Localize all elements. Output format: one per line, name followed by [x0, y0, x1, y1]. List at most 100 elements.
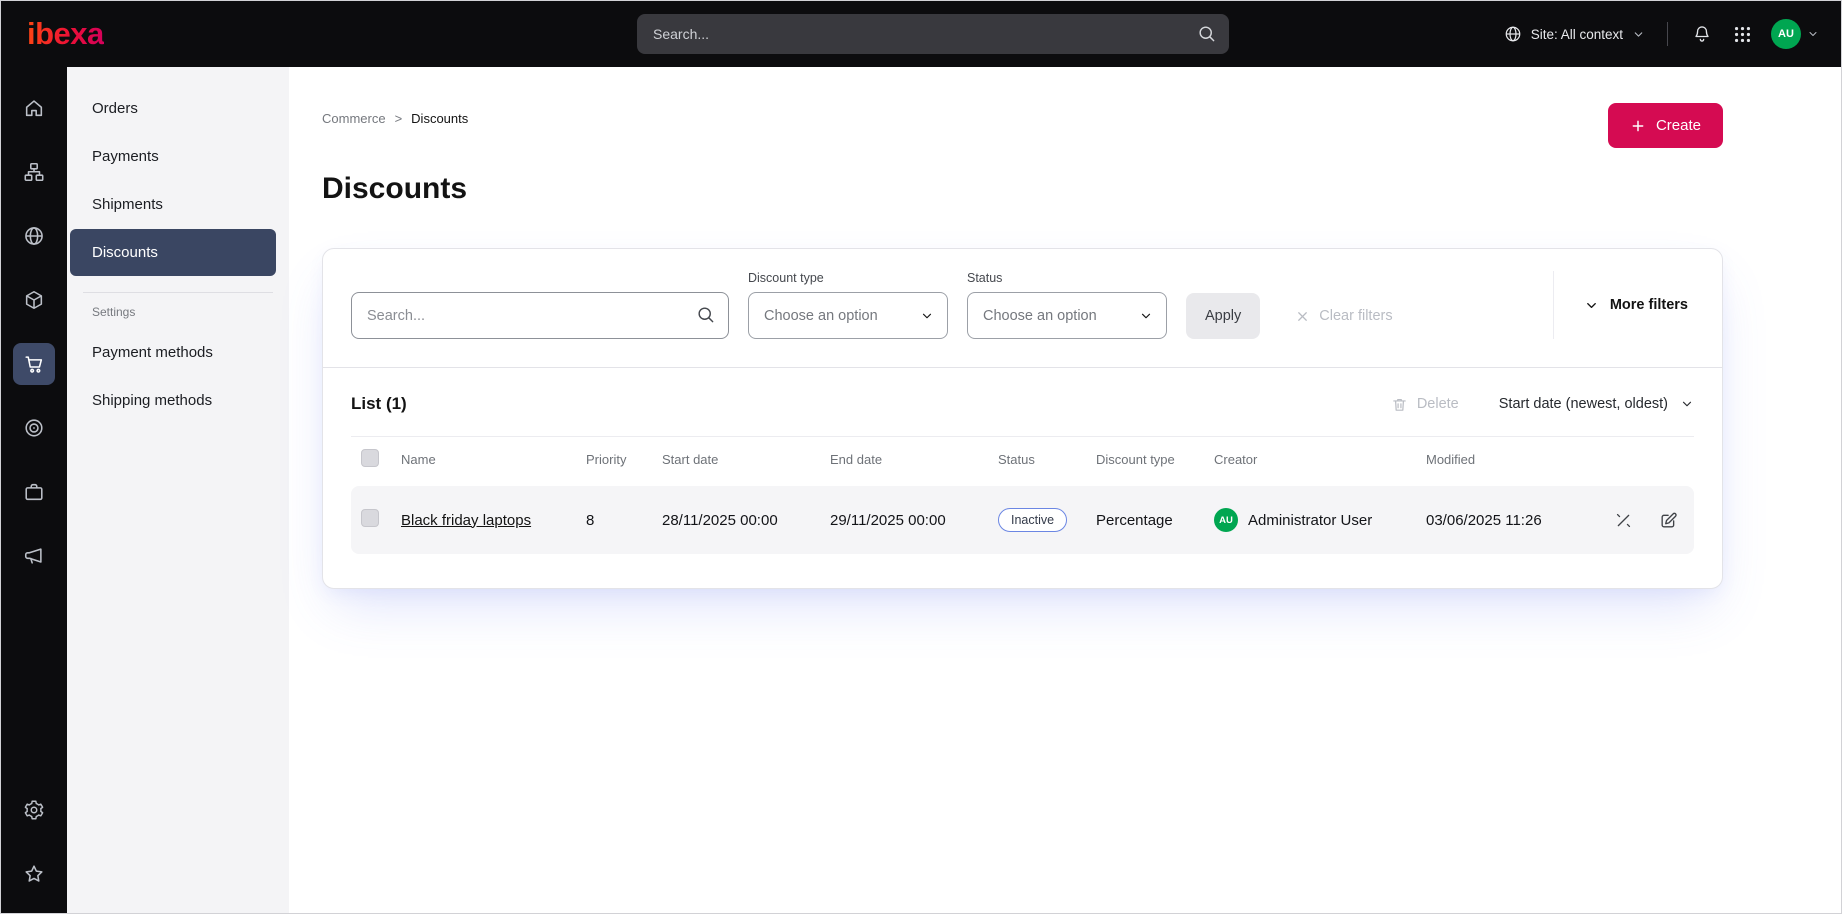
cell-start-date: 28/11/2025 00:00 [662, 511, 778, 529]
list-section: List (1) Delete Start date (newest, olde… [323, 367, 1722, 588]
chevron-down-icon [1584, 298, 1599, 313]
chevron-down-icon [1680, 397, 1694, 411]
breadcrumb: Commerce > Discounts [322, 103, 468, 126]
column-header-modified: Modified [1426, 452, 1476, 467]
sidebar-item-shipping-methods[interactable]: Shipping methods [70, 377, 276, 424]
more-filters-button[interactable]: More filters [1552, 271, 1722, 339]
rail-item-commerce[interactable] [13, 343, 55, 385]
rail-item-product-catalog[interactable] [13, 279, 55, 321]
grid-icon [1733, 25, 1752, 44]
sitemap-icon [23, 161, 45, 183]
list-title: List (1) [351, 394, 407, 413]
edit-button[interactable] [1659, 511, 1678, 530]
sidebar-item-shipments[interactable]: Shipments [70, 181, 276, 228]
delete-button[interactable]: Delete [1385, 395, 1465, 414]
gear-icon [23, 799, 45, 821]
x-icon [1295, 309, 1310, 324]
cell-priority: 8 [586, 511, 595, 529]
cart-icon [23, 353, 45, 375]
rail-item-bookmarks[interactable] [13, 853, 55, 895]
user-menu[interactable]: AU [1771, 19, 1819, 49]
status-select[interactable]: Choose an option [967, 292, 1167, 339]
row-checkbox[interactable] [361, 509, 379, 527]
cell-modified: 03/06/2025 11:26 [1426, 511, 1542, 529]
creator-name: Administrator User [1248, 511, 1373, 529]
global-search-input[interactable] [637, 14, 1229, 54]
site-context-label: Site: All context [1530, 26, 1623, 42]
site-context-selector[interactable]: Site: All context [1504, 25, 1645, 43]
create-button-label: Create [1655, 117, 1701, 134]
status-value: Choose an option [983, 307, 1097, 324]
rail-item-site[interactable] [13, 215, 55, 257]
discount-type-filter: Discount type Choose an option [748, 271, 948, 339]
search-icon [696, 305, 715, 324]
app-window: ibexa Site: All context [0, 0, 1842, 914]
creator-avatar: AU [1214, 508, 1238, 532]
column-header-discount-type: Discount type [1096, 452, 1175, 467]
global-search [637, 14, 1229, 54]
sort-select[interactable]: Start date (newest, oldest) [1499, 396, 1694, 412]
rail-item-settings[interactable] [13, 789, 55, 831]
column-header-end-date: End date [830, 452, 883, 467]
rail-item-home[interactable] [13, 87, 55, 129]
cell-discount-type: Percentage [1096, 511, 1173, 529]
column-header-priority: Priority [586, 452, 627, 467]
rail-item-marketing[interactable] [13, 535, 55, 577]
target-icon [23, 417, 45, 439]
list-actions: Delete Start date (newest, oldest) [1385, 395, 1694, 414]
icon-rail [1, 67, 67, 913]
cell-creator: AU Administrator User [1214, 508, 1426, 532]
breadcrumb-item-commerce[interactable]: Commerce [322, 111, 386, 126]
main-row: Orders Payments Shipments Discounts Sett… [1, 67, 1841, 913]
plus-icon [1630, 118, 1646, 134]
filters-bar: Discount type Choose an option Status Ch… [323, 249, 1722, 367]
star-icon [23, 863, 45, 885]
ibexa-logo[interactable]: ibexa [27, 16, 104, 52]
topbar-divider [1667, 22, 1668, 46]
table-header: Name Priority Start date End date Status… [351, 436, 1694, 482]
topbar: ibexa Site: All context [1, 1, 1841, 67]
sidebar-item-orders[interactable]: Orders [70, 85, 276, 132]
create-button[interactable]: Create [1607, 103, 1723, 148]
notifications-button[interactable] [1690, 22, 1714, 46]
rail-item-workflow[interactable] [13, 471, 55, 513]
chevron-down-icon [1807, 28, 1819, 40]
discount-type-select[interactable]: Choose an option [748, 292, 948, 339]
sidebar-item-discounts[interactable]: Discounts [70, 229, 276, 276]
sidebar-divider [83, 292, 273, 293]
globe-icon [1504, 25, 1522, 43]
apply-filters-button[interactable]: Apply [1186, 293, 1261, 339]
column-header-status: Status [998, 452, 1035, 467]
discount-type-value: Choose an option [764, 307, 878, 324]
chevron-down-icon [920, 309, 934, 323]
content-header: Commerce > Discounts Create [322, 103, 1723, 148]
bell-icon [1692, 24, 1712, 44]
filter-search-input[interactable] [351, 292, 729, 339]
list-header: List (1) Delete Start date (newest, olde… [351, 394, 1694, 414]
delete-button-label: Delete [1416, 396, 1459, 412]
breadcrumb-separator: > [394, 111, 403, 126]
discount-type-label: Discount type [748, 271, 824, 285]
avatar: AU [1771, 19, 1801, 49]
edit-icon [1659, 511, 1678, 530]
clear-filters-button[interactable]: Clear filters [1289, 293, 1398, 339]
column-header-name: Name [401, 452, 436, 467]
status-label: Status [967, 271, 1003, 285]
filter-search [351, 292, 729, 339]
rail-item-personalization[interactable] [13, 407, 55, 449]
sidebar-item-payments[interactable]: Payments [70, 133, 276, 180]
sidebar-item-payment-methods[interactable]: Payment methods [70, 329, 276, 376]
main-content: Commerce > Discounts Create Discounts Se… [289, 67, 1841, 913]
more-filters-label: More filters [1609, 297, 1688, 313]
deactivate-button[interactable] [1614, 511, 1633, 530]
chevron-down-icon [1139, 309, 1153, 323]
discounts-panel: Discount type Choose an option Status Ch… [322, 248, 1723, 589]
briefcase-icon [23, 481, 45, 503]
app-switcher-button[interactable] [1731, 23, 1754, 46]
discount-name-link[interactable]: Black friday laptops [401, 512, 531, 529]
topbar-actions: Site: All context AU [1504, 19, 1819, 49]
commerce-sidebar: Orders Payments Shipments Discounts Sett… [67, 67, 289, 913]
search-icon [1197, 24, 1216, 43]
rail-item-content-tree[interactable] [13, 151, 55, 193]
select-all-checkbox[interactable] [361, 449, 379, 467]
